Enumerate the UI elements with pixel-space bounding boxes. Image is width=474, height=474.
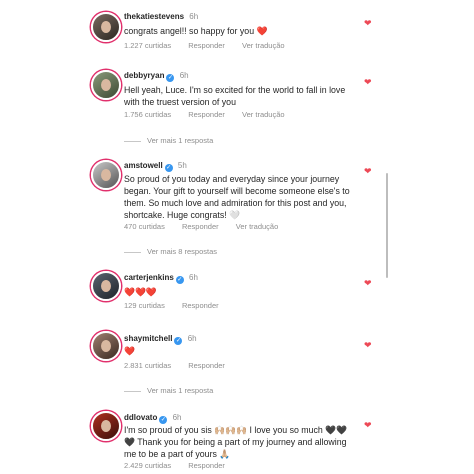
username-link[interactable]: amstowell [124,161,163,170]
divider [124,390,141,392]
comment-header: thekatiestevens 6h [124,12,198,22]
comment-meta: 1.756 curtidas Responder Ver tradução [124,110,300,119]
comment-meta: 129 curtidas Responder [124,301,234,310]
heart-icon[interactable]: ❤ [364,77,372,87]
reply-button[interactable]: Responder [182,222,219,231]
avatar[interactable] [91,271,121,301]
view-replies-button[interactable]: Ver mais 8 respostas [124,247,217,256]
heart-icon[interactable]: ❤ [364,420,372,430]
comment-meta: 470 curtidas Responder Ver tradução [124,222,293,231]
avatar[interactable] [91,411,121,441]
verified-badge-icon: ✓ [174,337,183,345]
view-replies-label[interactable]: Ver mais 1 resposta [147,136,213,145]
avatar[interactable] [91,331,121,361]
comment-time: 6h [189,273,198,282]
username-link[interactable]: debbyryan [124,71,164,80]
heart-icon[interactable]: ❤ [364,166,372,176]
comment-header: shaymitchell ✓ 6h [124,334,197,345]
comment-header: ddlovato ✓ 6h [124,413,181,424]
comment-text: ❤️❤️❤️ [124,287,157,297]
heart-icon[interactable]: ❤ [364,278,372,288]
verified-badge-icon: ✓ [164,164,173,172]
translate-button[interactable]: Ver tradução [242,41,285,50]
divider [124,251,141,253]
comment-text: I'm so proud of you sis 🙌🏼🙌🏼🙌🏼 I love yo… [124,425,348,459]
like-count[interactable]: 1.227 curtidas [124,41,171,50]
comment-header: carterjenkins ✓ 6h [124,273,198,284]
view-replies-button[interactable]: Ver mais 1 resposta [124,136,213,145]
username-link[interactable]: shaymitchell [124,334,172,343]
reply-button[interactable]: Responder [188,361,225,370]
like-count[interactable]: 2.831 curtidas [124,361,171,370]
verified-badge-icon: ✓ [175,276,184,284]
verified-badge-icon: ✓ [159,416,168,424]
comment-header: debbyryan ✓ 6h [124,71,189,82]
like-count[interactable]: 2.429 curtidas [124,461,171,470]
heart-icon[interactable]: ❤ [364,340,372,350]
comment-text: ❤️ [124,346,135,356]
username-link[interactable]: ddlovato [124,413,157,422]
comment-header: amstowell ✓ 5h [124,161,187,172]
comment-time: 5h [177,161,187,170]
reply-button[interactable]: Responder [188,41,225,50]
username-link[interactable]: thekatiestevens [124,12,184,21]
translate-button[interactable]: Ver tradução [236,222,279,231]
view-replies-label[interactable]: Ver mais 8 respostas [147,247,217,256]
reply-button[interactable]: Responder [188,110,225,119]
avatar[interactable] [91,70,121,100]
comment-text: congrats angel!! so happy for you ❤️ [124,26,268,36]
divider [124,140,141,142]
avatar[interactable] [91,160,121,190]
comment-time: 6h [179,71,189,80]
comment-time: 6h [187,334,197,343]
view-replies-button[interactable]: Ver mais 1 resposta [124,386,213,395]
comment-text: Hell yeah, Luce. I'm so excited for the … [124,85,346,107]
comment-time: 6h [172,413,182,422]
translate-button[interactable]: Ver tradução [242,110,285,119]
username-link[interactable]: carterjenkins [124,273,174,282]
comment-meta: 2.429 curtidas Responder [124,461,240,470]
comment-text: So proud of you today and everyday since… [124,174,350,220]
avatar[interactable] [91,12,121,42]
comment-meta: 1.227 curtidas Responder Ver tradução [124,41,300,50]
scrollbar[interactable] [386,173,388,278]
comment-meta: 2.831 curtidas Responder [124,361,240,370]
verified-badge-icon: ✓ [166,74,175,82]
comment-time: 6h [189,12,199,21]
reply-button[interactable]: Responder [182,301,219,310]
like-count[interactable]: 129 curtidas [124,301,165,310]
like-count[interactable]: 470 curtidas [124,222,165,231]
like-count[interactable]: 1.756 curtidas [124,110,171,119]
reply-button[interactable]: Responder [188,461,225,470]
view-replies-label[interactable]: Ver mais 1 resposta [147,386,213,395]
heart-icon[interactable]: ❤ [364,18,372,28]
